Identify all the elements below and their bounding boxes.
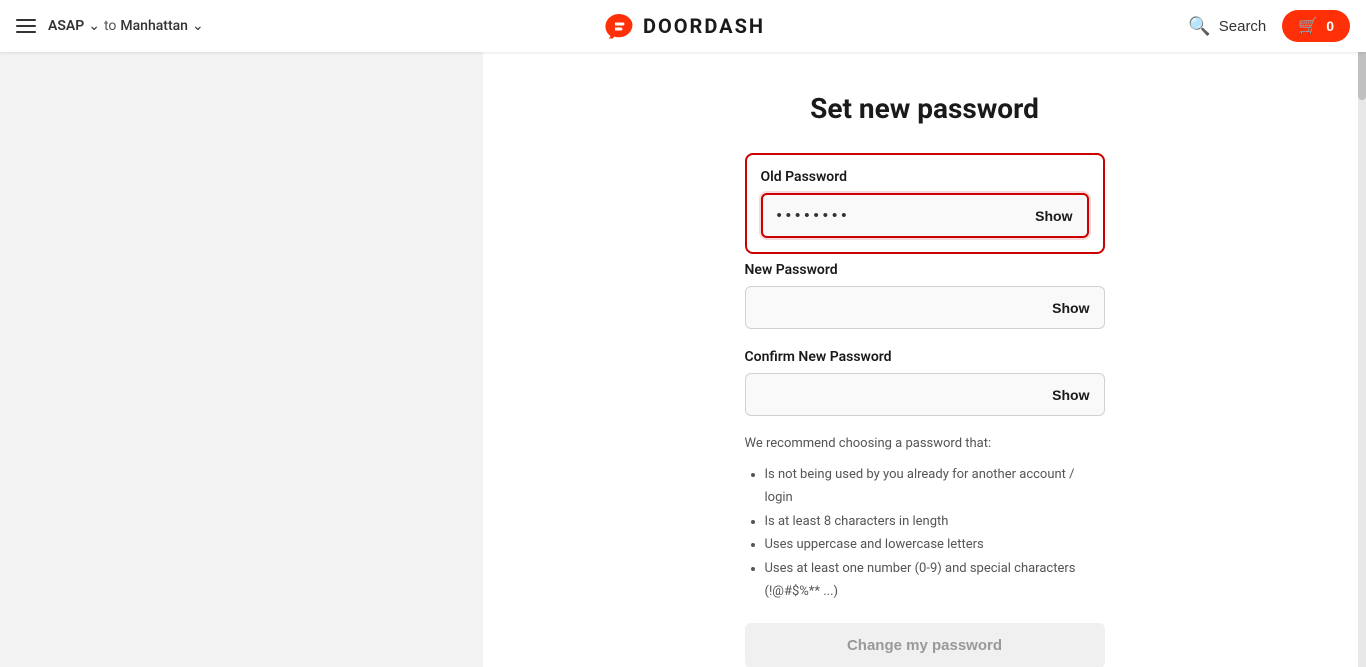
- header-left: ASAP ⌄ to Manhattan ⌄: [16, 18, 204, 34]
- recommendation-list: Is not being used by you already for ano…: [745, 463, 1105, 603]
- old-password-section: Old Password Show: [745, 153, 1105, 254]
- search-button[interactable]: 🔍 Search: [1188, 16, 1266, 37]
- change-password-button[interactable]: Change my password: [745, 623, 1105, 667]
- location-city-label: Manhattan: [120, 18, 188, 34]
- old-password-show-button[interactable]: Show: [1021, 208, 1086, 224]
- new-password-input[interactable]: [746, 287, 1039, 328]
- hamburger-menu-icon[interactable]: [16, 19, 36, 33]
- confirm-password-group: Confirm New Password Show: [745, 349, 1105, 416]
- confirm-password-show-button[interactable]: Show: [1038, 387, 1103, 403]
- old-password-label: Old Password: [761, 169, 1089, 185]
- location-to-label: to: [104, 18, 116, 34]
- cart-button[interactable]: 🛒 0: [1282, 10, 1350, 42]
- new-password-group: New Password Show: [745, 262, 1105, 329]
- location-chevron-icon: ⌄: [88, 18, 100, 34]
- header: ASAP ⌄ to Manhattan ⌄ DOORDASH 🔍 Search …: [0, 0, 1366, 52]
- page-title: Set new password: [543, 92, 1306, 125]
- list-item: Is not being used by you already for ano…: [765, 463, 1105, 510]
- header-logo[interactable]: DOORDASH: [601, 12, 765, 40]
- main-content: Set new password Old Password Show New P…: [0, 52, 1366, 667]
- doordash-logo-text: DOORDASH: [643, 14, 765, 38]
- list-item: Is at least 8 characters in length: [765, 510, 1105, 533]
- confirm-password-input[interactable]: [746, 374, 1039, 415]
- form-panel: Set new password Old Password Show New P…: [483, 52, 1366, 667]
- new-password-label: New Password: [745, 262, 1105, 278]
- old-password-field-wrapper: Show: [761, 193, 1089, 238]
- old-password-input[interactable]: [763, 195, 1022, 236]
- recommendation-text: We recommend choosing a password that:: [745, 436, 1105, 451]
- new-password-field-wrapper: Show: [745, 286, 1105, 329]
- left-panel: [0, 52, 483, 667]
- confirm-password-field-wrapper: Show: [745, 373, 1105, 416]
- doordash-logo-icon: [601, 12, 637, 40]
- scrollbar-track[interactable]: [1358, 0, 1366, 667]
- form-section: Old Password Show New Password Show Conf…: [745, 153, 1105, 667]
- doordash-logo: DOORDASH: [601, 12, 765, 40]
- location-asap-label: ASAP: [48, 18, 84, 34]
- list-item: Uses at least one number (0-9) and speci…: [765, 557, 1105, 604]
- cart-count: 0: [1326, 18, 1334, 34]
- new-password-show-button[interactable]: Show: [1038, 300, 1103, 316]
- list-item: Uses uppercase and lowercase letters: [765, 533, 1105, 556]
- location-selector[interactable]: ASAP ⌄ to Manhattan ⌄: [48, 18, 204, 34]
- search-label: Search: [1219, 18, 1267, 35]
- header-right: 🔍 Search 🛒 0: [1188, 10, 1350, 42]
- confirm-password-label: Confirm New Password: [745, 349, 1105, 365]
- cart-icon: 🛒: [1298, 16, 1318, 36]
- search-icon: 🔍: [1188, 16, 1210, 37]
- city-chevron-icon: ⌄: [192, 18, 204, 34]
